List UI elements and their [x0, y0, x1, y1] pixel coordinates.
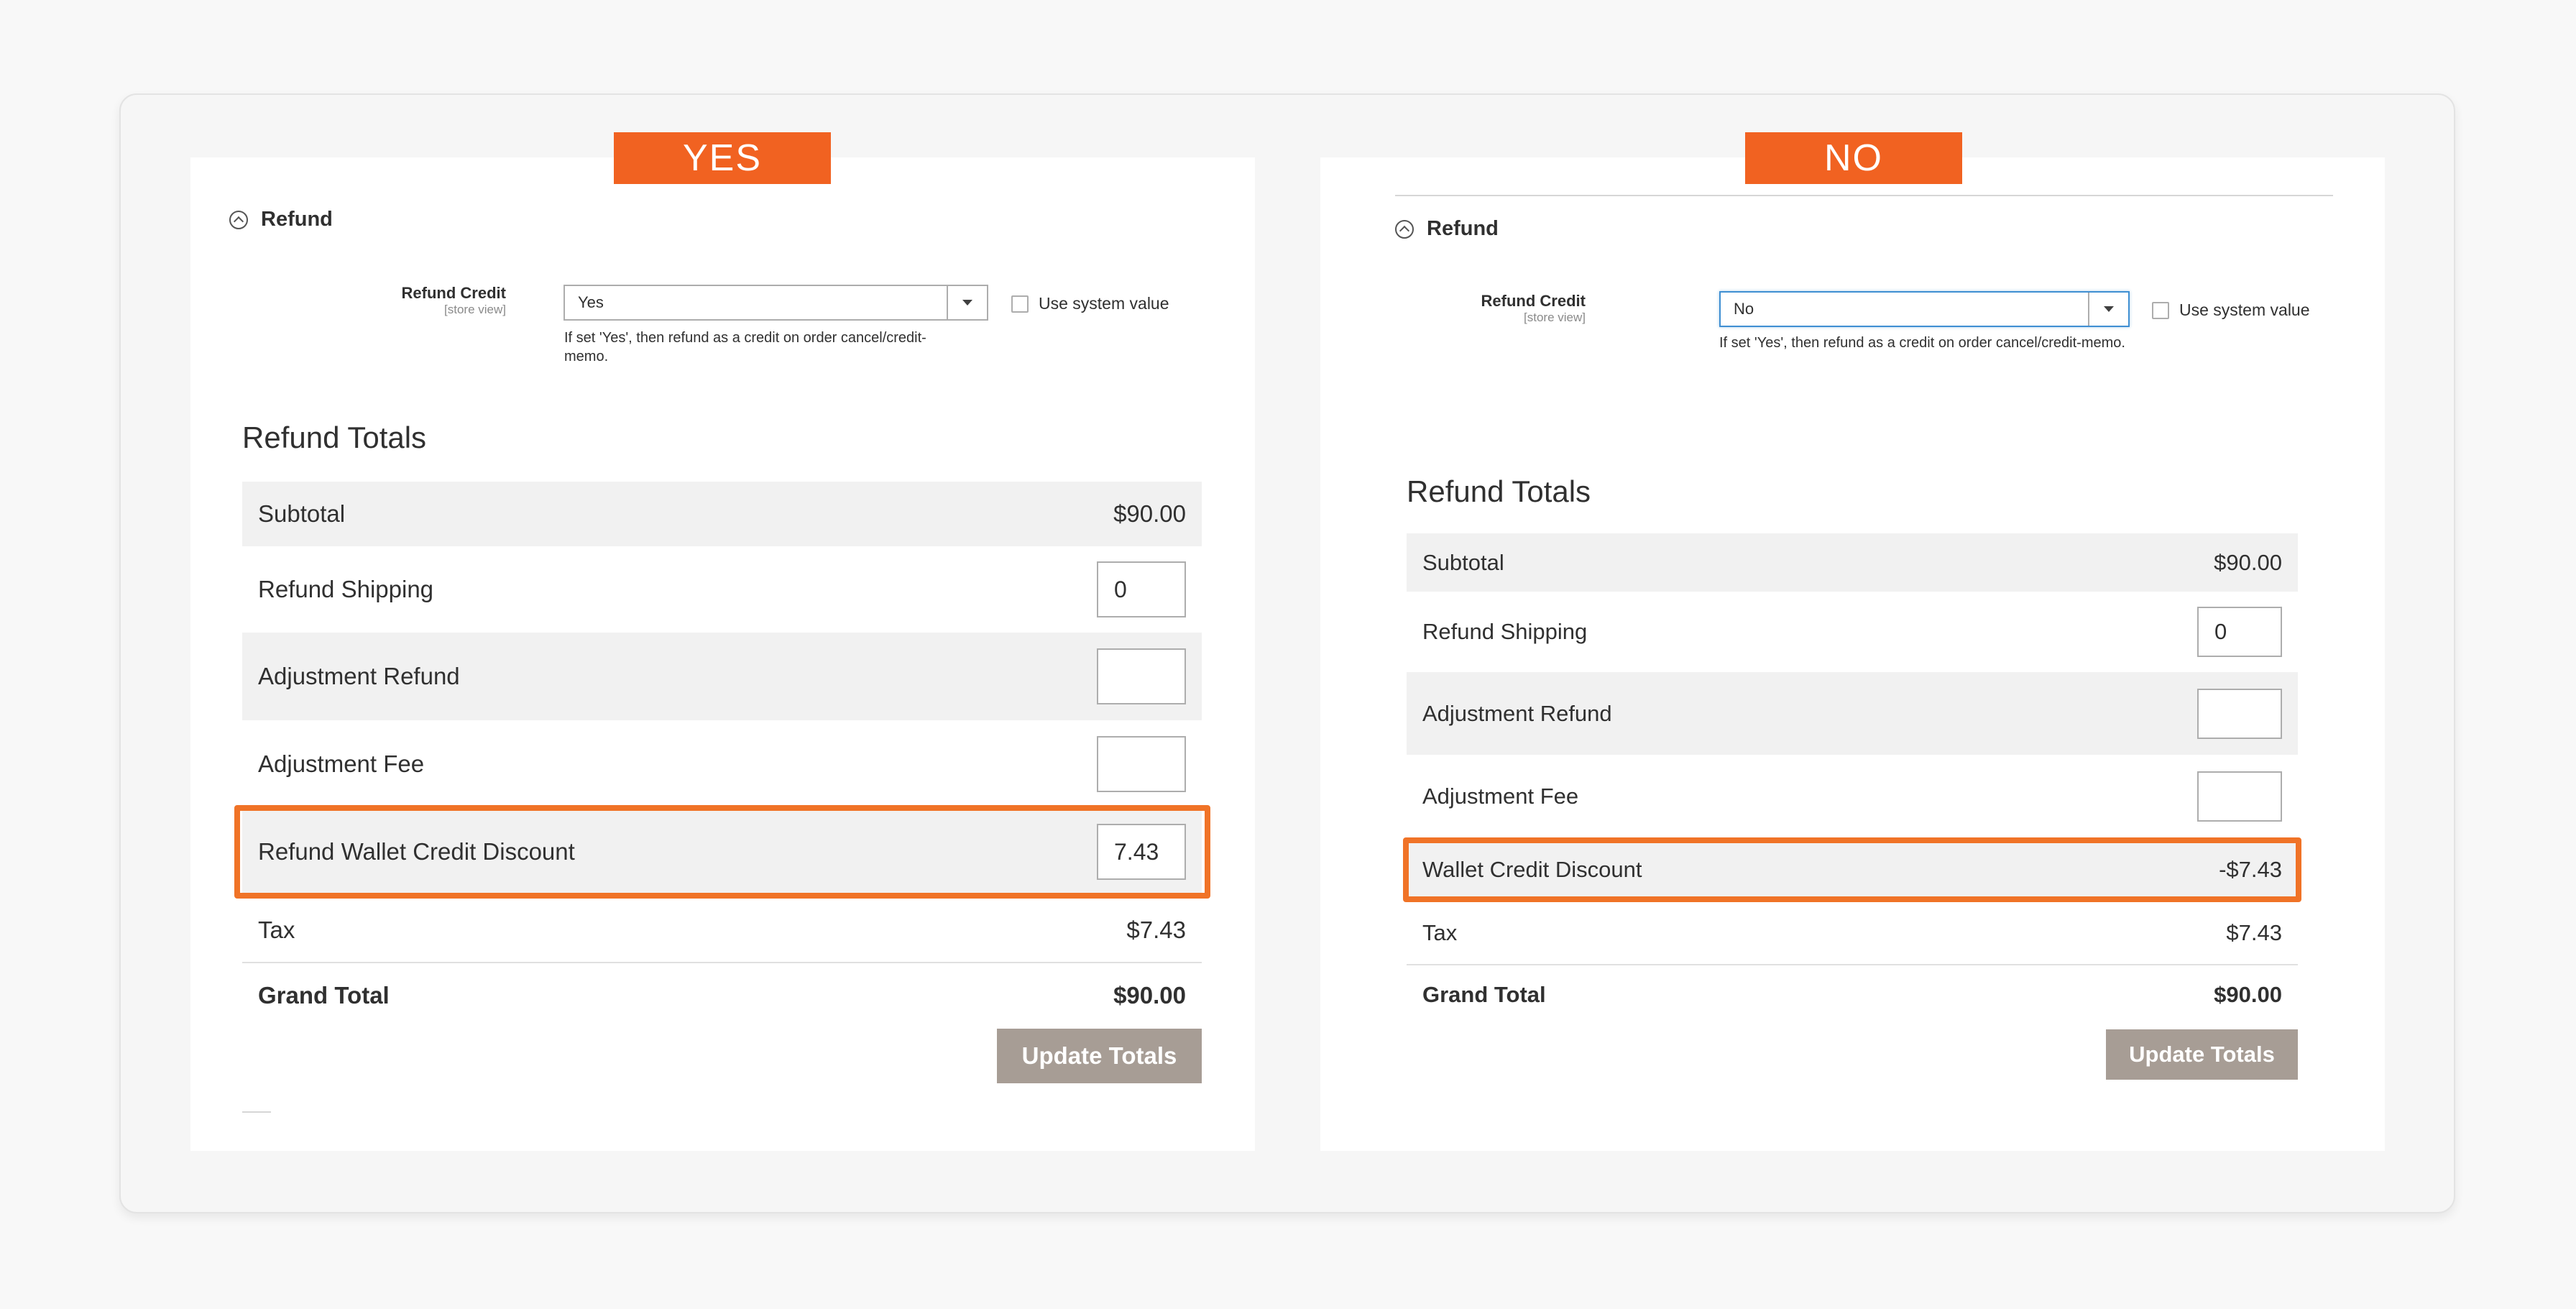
adjustment-refund-label: Adjustment Refund	[258, 663, 460, 689]
tax-row: Tax $7.43	[1407, 902, 2298, 964]
refund-section-title: Refund	[1427, 217, 1499, 240]
adjustment-fee-input[interactable]	[1097, 736, 1186, 792]
refund-credit-select[interactable]: Yes	[564, 285, 988, 321]
adjustment-refund-label: Adjustment Refund	[1422, 700, 1612, 726]
dropdown-arrow-icon[interactable]	[947, 286, 987, 319]
adjustment-fee-input[interactable]	[2197, 771, 2282, 822]
wallet-row-highlight	[234, 805, 1210, 899]
use-system-value[interactable]: Use system value	[1011, 294, 1169, 313]
adjustment-refund-row: Adjustment Refund	[1407, 672, 2298, 755]
subtotal-value: $90.00	[2214, 549, 2282, 575]
collapse-icon	[229, 210, 248, 229]
grand-total-label: Grand Total	[258, 982, 390, 1009]
refund-section-title: Refund	[261, 208, 333, 231]
refund-totals-title: Refund Totals	[242, 421, 427, 454]
collapse-icon	[1395, 219, 1414, 239]
refund-section-toggle[interactable]: Refund	[229, 208, 333, 231]
refund-shipping-row: Refund Shipping 0	[242, 546, 1202, 633]
store-view-scope: [store view]	[444, 303, 506, 316]
subtotal-label: Subtotal	[1422, 549, 1504, 575]
refund-credit-label: Refund Credit [store view]	[401, 284, 506, 316]
refund-panel-no: NO Refund Refund Credit [store view] No …	[1320, 132, 2385, 1151]
tax-value: $7.43	[2226, 920, 2282, 945]
tax-row: Tax $7.43	[242, 899, 1202, 962]
refund-shipping-input[interactable]: 0	[1097, 561, 1186, 617]
adjustment-fee-label: Adjustment Fee	[1422, 783, 1579, 809]
update-totals-button[interactable]: Update Totals	[2106, 1029, 2298, 1080]
update-totals-button[interactable]: Update Totals	[997, 1029, 1202, 1083]
refund-section-toggle[interactable]: Refund	[1395, 217, 1499, 241]
tax-label: Tax	[258, 917, 295, 943]
refund-shipping-label: Refund Shipping	[258, 576, 434, 602]
refund-shipping-input[interactable]: 0	[2197, 607, 2282, 657]
refund-credit-select[interactable]: No	[1719, 291, 2130, 327]
refund-credit-select-value: Yes	[578, 293, 604, 311]
grand-total-label: Grand Total	[1422, 982, 1546, 1007]
divider-stub	[242, 1111, 271, 1113]
refund-credit-hint: If set 'Yes', then refund as a credit on…	[1719, 335, 2125, 351]
refund-totals-title: Refund Totals	[1407, 474, 1591, 508]
use-system-value[interactable]: Use system value	[2152, 300, 2310, 320]
subtotal-row: Subtotal $90.00	[242, 482, 1202, 546]
grand-total-value: $90.00	[2214, 982, 2282, 1007]
yes-tag: YES	[614, 132, 831, 184]
store-view-scope: [store view]	[1524, 311, 1586, 324]
grand-total-row: Grand Total $90.00	[242, 962, 1202, 1028]
refund-credit-select-value: No	[1734, 300, 1754, 318]
refund-credit-label: Refund Credit [store view]	[1481, 292, 1586, 324]
wallet-row-highlight	[1403, 837, 2301, 902]
section-divider	[1395, 195, 2333, 196]
use-system-value-checkbox[interactable]	[2152, 301, 2169, 319]
refund-shipping-label: Refund Shipping	[1422, 619, 1588, 644]
tax-value: $7.43	[1126, 917, 1186, 943]
tax-label: Tax	[1422, 920, 1458, 945]
adjustment-fee-label: Adjustment Fee	[258, 750, 425, 777]
subtotal-value: $90.00	[1113, 500, 1186, 527]
refund-panel-yes: YES Refund Refund Credit [store view] Ye…	[190, 132, 1255, 1151]
dropdown-arrow-icon[interactable]	[2088, 293, 2128, 326]
adjustment-fee-row: Adjustment Fee	[1407, 755, 2298, 837]
grand-total-value: $90.00	[1113, 982, 1186, 1009]
adjustment-refund-input[interactable]	[1097, 648, 1186, 704]
adjustment-refund-row: Adjustment Refund	[242, 633, 1202, 720]
refund-shipping-row: Refund Shipping 0	[1407, 592, 2298, 672]
subtotal-label: Subtotal	[258, 500, 346, 527]
refund-credit-hint: If set 'Yes', then refund as a credit on…	[564, 330, 926, 364]
no-tag: NO	[1745, 132, 1962, 184]
subtotal-row: Subtotal $90.00	[1407, 533, 2298, 592]
use-system-value-checkbox[interactable]	[1011, 295, 1029, 313]
use-system-value-label: Use system value	[1039, 294, 1169, 313]
grand-total-row: Grand Total $90.00	[1407, 964, 2298, 1024]
adjustment-fee-row: Adjustment Fee	[242, 720, 1202, 808]
use-system-value-label: Use system value	[2179, 300, 2310, 319]
adjustment-refund-input[interactable]	[2197, 688, 2282, 739]
